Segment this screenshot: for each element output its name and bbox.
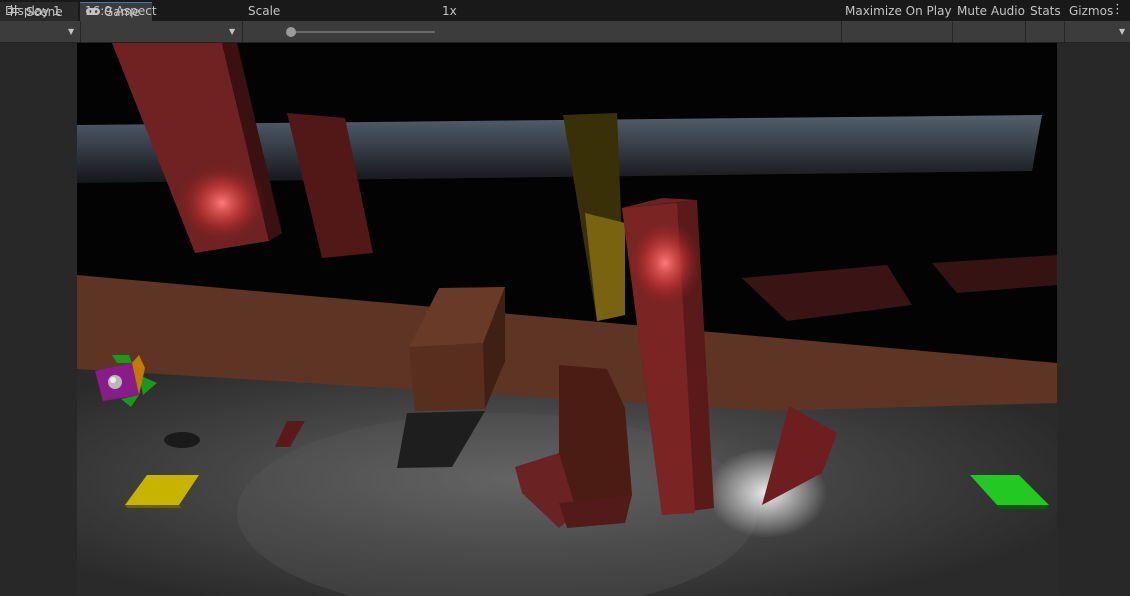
scale-label: Scale <box>248 3 281 18</box>
aspect-dropdown-label: 16:9 Aspect <box>85 3 157 18</box>
game-viewport[interactable] <box>77 43 1057 596</box>
chevron-down-icon: ▼ <box>68 27 75 36</box>
game-toolbar <box>0 21 1130 43</box>
red-light-glow <box>627 218 703 308</box>
divider <box>952 21 953 42</box>
scale-slider-track[interactable] <box>291 31 435 33</box>
shadow <box>164 432 200 448</box>
divider <box>1025 21 1026 42</box>
rendered-scene <box>77 43 1057 596</box>
scale-slider-handle[interactable] <box>286 27 296 37</box>
gizmos-dropdown[interactable]: Gizmos <box>1069 0 1113 21</box>
brown-box <box>409 343 485 411</box>
divider <box>242 21 243 42</box>
display-dropdown-label: Display 1 <box>5 3 61 18</box>
divider <box>80 21 81 42</box>
chevron-down-icon: ▼ <box>229 27 236 36</box>
stats-toggle[interactable]: Stats <box>1030 0 1061 21</box>
letterbox-right <box>1057 43 1130 596</box>
maximize-on-play-toggle[interactable]: Maximize On Play <box>845 0 952 21</box>
mute-audio-toggle[interactable]: Mute Audio <box>957 0 1025 21</box>
display-dropdown[interactable]: Display 1 <box>5 0 61 21</box>
aspect-dropdown[interactable]: 16:9 Aspect <box>85 0 157 21</box>
divider <box>1064 21 1065 42</box>
divider <box>841 21 842 42</box>
red-light-glow <box>177 163 267 243</box>
chevron-down-icon: ▼ <box>1119 27 1126 36</box>
scale-value: 1x <box>442 3 457 18</box>
letterbox-left <box>0 43 77 596</box>
